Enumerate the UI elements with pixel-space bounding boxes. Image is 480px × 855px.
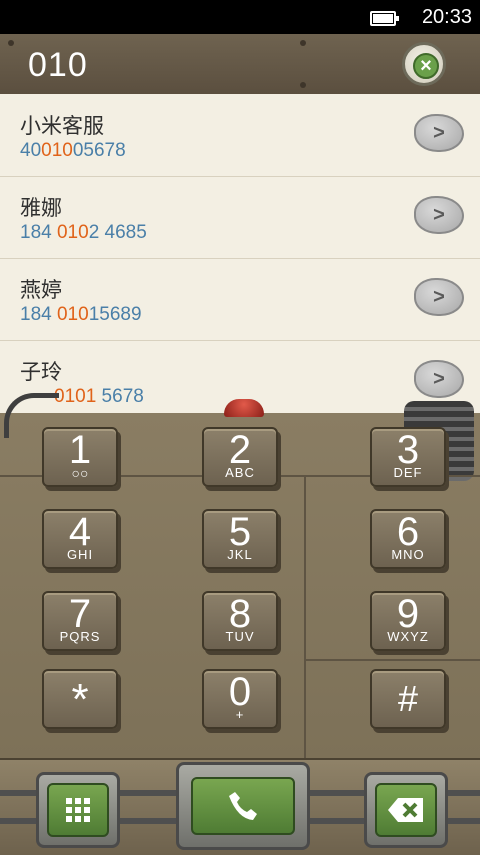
chevron-right-icon: > — [433, 122, 445, 144]
contact-number: 4001005678 — [20, 140, 126, 161]
bottom-action-bar — [0, 758, 480, 855]
key-5[interactable]: 5 JKL — [202, 509, 278, 569]
chevron-right-icon: > — [433, 204, 445, 226]
clear-button[interactable]: × — [402, 42, 446, 86]
key-8[interactable]: 8 TUV — [202, 591, 278, 651]
contact-name: 小米客服 — [20, 115, 104, 138]
chevron-right-icon: > — [433, 286, 445, 308]
contact-detail-button[interactable]: > — [414, 278, 464, 316]
red-lamp-decoration — [224, 399, 264, 417]
backspace-button[interactable] — [364, 772, 448, 848]
contact-detail-button[interactable]: > — [414, 114, 464, 152]
chevron-right-icon: > — [433, 368, 445, 390]
key-2[interactable]: 2 ABC — [202, 427, 278, 487]
rivet — [300, 82, 306, 88]
contact-number: 184 01015689 — [20, 304, 142, 325]
dial-keypad: 1 ○○ 2 ABC 3 DEF 4 GHI 5 JKL 6 MNO 7 PQRS 8 TUV … — [0, 393, 480, 758]
contact-row[interactable]: 小米客服 4001005678 > — [0, 94, 480, 177]
key-3[interactable]: 3 DEF — [370, 427, 446, 487]
contact-row[interactable]: 雅娜 184 0102 4685 > — [0, 176, 480, 259]
contact-name: 燕婷 — [20, 279, 62, 302]
plate-seam — [304, 659, 480, 661]
contact-number: 184 0102 4685 — [20, 222, 147, 243]
contact-detail-button[interactable]: > — [414, 196, 464, 234]
plate-seam — [304, 475, 306, 758]
contact-detail-button[interactable]: > — [414, 360, 464, 398]
key-9[interactable]: 9 WXYZ — [370, 591, 446, 651]
dial-header: 010 × — [0, 34, 480, 96]
contact-row[interactable]: 燕婷 184 01015689 > — [0, 258, 480, 341]
status-time: 20:33 — [421, 6, 472, 28]
battery-icon — [370, 11, 399, 26]
contact-name: 子玲 — [20, 361, 62, 384]
dialpad-grid-icon — [47, 783, 109, 837]
clear-x-icon: × — [413, 53, 439, 79]
call-button[interactable] — [176, 762, 310, 850]
key-6[interactable]: 6 MNO — [370, 509, 446, 569]
key-star[interactable]: * — [42, 669, 118, 729]
key-7[interactable]: 7 PQRS — [42, 591, 118, 651]
status-bar: 20:33 — [0, 0, 480, 34]
key-4[interactable]: 4 GHI — [42, 509, 118, 569]
key-0[interactable]: 0 + — [202, 669, 278, 729]
contact-name: 雅娜 — [20, 197, 62, 220]
dialed-number: 010 — [28, 46, 88, 84]
contact-number: 0101 5678 — [54, 386, 144, 407]
key-1[interactable]: 1 ○○ — [42, 427, 118, 487]
rivet — [300, 40, 306, 46]
voicemail-icon: ○○ — [71, 465, 89, 481]
rivet — [8, 40, 14, 46]
backspace-icon — [375, 783, 437, 837]
phone-handset-icon — [191, 777, 295, 835]
dialpad-toggle-button[interactable] — [36, 772, 120, 848]
key-hash[interactable]: # — [370, 669, 446, 729]
contact-suggestions-list: 小米客服 4001005678 > 雅娜 184 0102 4685 > 燕婷 … — [0, 94, 480, 419]
